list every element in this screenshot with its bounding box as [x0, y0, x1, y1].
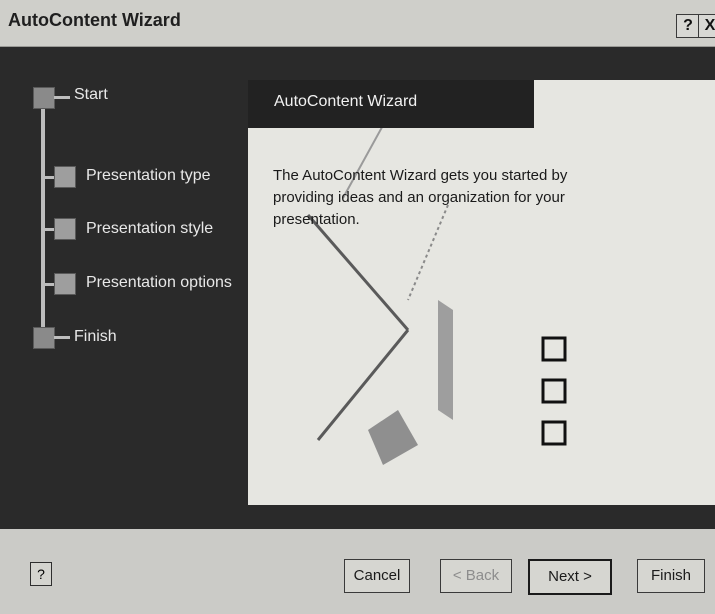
step-presentation-style-icon	[54, 218, 76, 240]
next-button[interactable]: Next >	[528, 559, 612, 595]
steps-spine	[41, 97, 45, 347]
step-start-label[interactable]: Start	[74, 86, 108, 104]
panel-header: AutoContent Wizard	[248, 80, 534, 128]
wizard-steps: Start Presentation type Presentation sty…	[0, 47, 248, 507]
close-button[interactable]: X	[698, 14, 715, 38]
deco-square-3	[541, 420, 567, 446]
help-button[interactable]: ?	[676, 14, 700, 38]
deco-square-1	[541, 336, 567, 362]
window-title: AutoContent Wizard	[8, 10, 181, 30]
step-finish-icon	[33, 327, 55, 349]
step-finish-branch	[54, 336, 70, 339]
wizard-body: Start Presentation type Presentation sty…	[0, 47, 715, 529]
deco-shape-2	[368, 410, 418, 465]
step-presentation-options-label[interactable]: Presentation options	[86, 274, 232, 292]
footer-bar: ? Cancel < Back Next > Finish	[0, 529, 715, 614]
autocontent-wizard-dialog: AutoContent Wizard ? X Start Presentatio…	[0, 0, 715, 614]
cancel-button[interactable]: Cancel	[344, 559, 410, 593]
step-start-icon	[33, 87, 55, 109]
step-presentation-style-label[interactable]: Presentation style	[86, 220, 213, 238]
finish-button[interactable]: Finish	[637, 559, 705, 593]
title-bar: AutoContent Wizard ? X	[0, 0, 715, 47]
step-start-branch	[54, 96, 70, 99]
step-presentation-type-label[interactable]: Presentation type	[86, 167, 211, 185]
help-icon[interactable]: ?	[30, 562, 52, 586]
step-finish-label[interactable]: Finish	[74, 328, 117, 346]
wizard-content-panel: AutoContent Wizard The AutoContent Wizar…	[248, 80, 715, 505]
panel-title: AutoContent Wizard	[274, 93, 418, 110]
step-presentation-type-icon	[54, 166, 76, 188]
deco-shape-1	[438, 300, 453, 420]
step-presentation-options-icon	[54, 273, 76, 295]
deco-line-2	[306, 214, 410, 331]
back-button[interactable]: < Back	[440, 559, 512, 593]
deco-square-2	[541, 378, 567, 404]
decorative-graphic	[306, 80, 567, 465]
panel-description: The AutoContent Wizard gets you started …	[273, 167, 568, 228]
